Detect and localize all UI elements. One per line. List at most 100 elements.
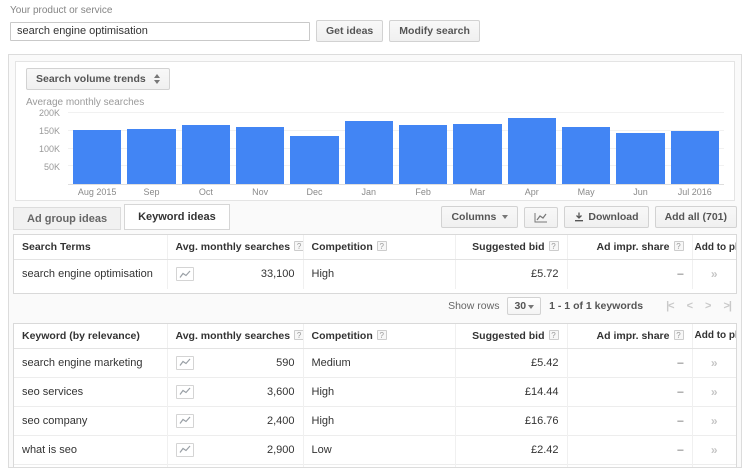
chart-x-axis: Aug 2015SepOctNovDecJanFebMarAprMayJunJu… (68, 185, 724, 197)
keyword-cell: seo company (14, 406, 167, 435)
updown-arrows-icon (154, 74, 160, 84)
trend-chart-button[interactable] (176, 267, 194, 281)
x-axis-label: Sep (124, 185, 178, 197)
competition-cell: Medium (303, 348, 455, 377)
header-competition: Competition? (303, 324, 455, 349)
y-axis-tick: 150K (39, 126, 60, 136)
help-icon[interactable]: ? (377, 241, 387, 251)
x-axis-label: Aug 2015 (70, 185, 124, 197)
x-axis-label: Apr (505, 185, 559, 197)
y-axis-tick: 50K (44, 162, 60, 172)
competition-cell: High (303, 406, 455, 435)
line-chart-icon (179, 270, 191, 279)
table-row: search engine marketing 590 Medium£5.42– » (14, 348, 736, 377)
keyword-cell: search engine marketing (14, 348, 167, 377)
add-to-plan-button[interactable]: » (711, 414, 718, 428)
table-header-row: Search Terms Avg. monthly searches? Comp… (14, 235, 736, 260)
help-icon[interactable]: ? (674, 241, 684, 251)
chart-y-axis: 200K150K100K50K (26, 113, 68, 185)
header-add-to-plan: Add to plan (692, 235, 736, 260)
add-to-plan-button[interactable]: » (711, 356, 718, 370)
add-to-plan-cell: » (692, 348, 736, 377)
add-all-button[interactable]: Add all (701) (655, 206, 737, 228)
x-axis-label: Mar (450, 185, 504, 197)
chart-bar (616, 133, 664, 184)
add-to-plan-button[interactable]: » (711, 443, 718, 457)
header-keyword-by-relevance: Keyword (by relevance) (14, 324, 167, 349)
download-label: Download (588, 211, 638, 223)
download-button[interactable]: Download (564, 206, 648, 228)
get-ideas-button[interactable]: Get ideas (316, 20, 383, 42)
trend-chart-button[interactable] (176, 414, 194, 428)
line-chart-icon (179, 387, 191, 396)
add-to-plan-button[interactable]: » (711, 385, 718, 399)
x-axis-label: Jan (342, 185, 396, 197)
pagination-bar: Show rows 30 1 - 1 of 1 keywords |< < > … (9, 294, 741, 319)
avg-searches-value: 590 (276, 357, 294, 369)
add-to-plan-cell: » (692, 406, 736, 435)
chevron-down-icon (528, 305, 534, 309)
chart-bar (399, 125, 447, 184)
header-search-terms: Search Terms (14, 235, 167, 260)
ad-impr-share-cell: – (567, 348, 692, 377)
header-ad-impr-share: Ad impr. share? (567, 235, 692, 260)
help-icon[interactable]: ? (294, 330, 303, 340)
trends-dropdown-button[interactable]: Search volume trends (26, 68, 170, 90)
header-suggested-bid: Suggested bid? (455, 235, 567, 260)
avg-monthly-searches-cell: 480 (167, 464, 303, 468)
download-icon (574, 212, 584, 222)
add-to-plan-button[interactable]: » (711, 267, 718, 281)
modify-search-button[interactable]: Modify search (389, 20, 480, 42)
show-rows-label: Show rows (448, 300, 499, 312)
chart-bar (127, 129, 175, 184)
help-icon[interactable]: ? (549, 241, 559, 251)
help-icon[interactable]: ? (549, 330, 559, 340)
keyword-cell: search engine optimisation (14, 260, 167, 289)
add-to-plan-cell: » (692, 377, 736, 406)
header-suggested-bid: Suggested bid? (455, 324, 567, 349)
next-page-button[interactable]: > (705, 300, 710, 312)
competition-cell: High (303, 377, 455, 406)
ad-impr-share-cell: – (567, 464, 692, 468)
suggested-bid-cell: £14.44 (455, 377, 567, 406)
header-add-to-plan: Add to plan (692, 324, 736, 349)
help-icon[interactable]: ? (674, 330, 684, 340)
chart-bar (290, 136, 338, 184)
chart-subtitle: Average monthly searches (26, 97, 724, 108)
rows-per-page-select[interactable]: 30 (507, 297, 541, 315)
suggested-bid-cell: £5.72 (455, 260, 567, 289)
header-avg-monthly-searches: Avg. monthly searches? (167, 235, 303, 260)
help-icon[interactable]: ? (377, 330, 387, 340)
prev-page-button[interactable]: < (687, 300, 692, 312)
table-row: search engine optimisation33,100High£5.7… (14, 260, 736, 289)
x-axis-label: Jul 2016 (668, 185, 722, 197)
suggested-bid-cell: £5.42 (455, 348, 567, 377)
avg-monthly-searches-cell: 590 (167, 348, 303, 377)
tab-ad-group-ideas[interactable]: Ad group ideas (13, 207, 121, 230)
header-competition: Competition? (303, 235, 455, 260)
chart-view-button[interactable] (524, 207, 558, 228)
y-axis-tick: 200K (39, 108, 60, 118)
chevron-down-icon (502, 215, 508, 219)
ad-impr-share-cell: – (567, 377, 692, 406)
table-toolbar: Columns Download Add all (701) (435, 206, 737, 230)
product-search-input[interactable] (10, 22, 310, 41)
help-icon[interactable]: ? (294, 241, 303, 251)
search-terms-table-card: Search Terms Avg. monthly searches? Comp… (13, 234, 737, 294)
x-axis-label: May (559, 185, 613, 197)
x-axis-label: Nov (233, 185, 287, 197)
avg-searches-value: 2,400 (267, 415, 295, 427)
line-chart-icon (179, 445, 191, 454)
last-page-button[interactable]: >| (723, 300, 731, 312)
trend-chart-button[interactable] (176, 443, 194, 457)
tab-keyword-ideas[interactable]: Keyword ideas (124, 204, 230, 230)
competition-cell: High (303, 464, 455, 468)
search-volume-chart-card: Search volume trends Average monthly sea… (15, 61, 735, 201)
columns-dropdown-button[interactable]: Columns (441, 206, 518, 228)
x-axis-label: Dec (287, 185, 341, 197)
trends-dropdown-label: Search volume trends (36, 73, 146, 85)
trend-chart-button[interactable] (176, 356, 194, 370)
first-page-button[interactable]: |< (666, 300, 674, 312)
trend-chart-button[interactable] (176, 385, 194, 399)
add-to-plan-cell: » (692, 464, 736, 468)
